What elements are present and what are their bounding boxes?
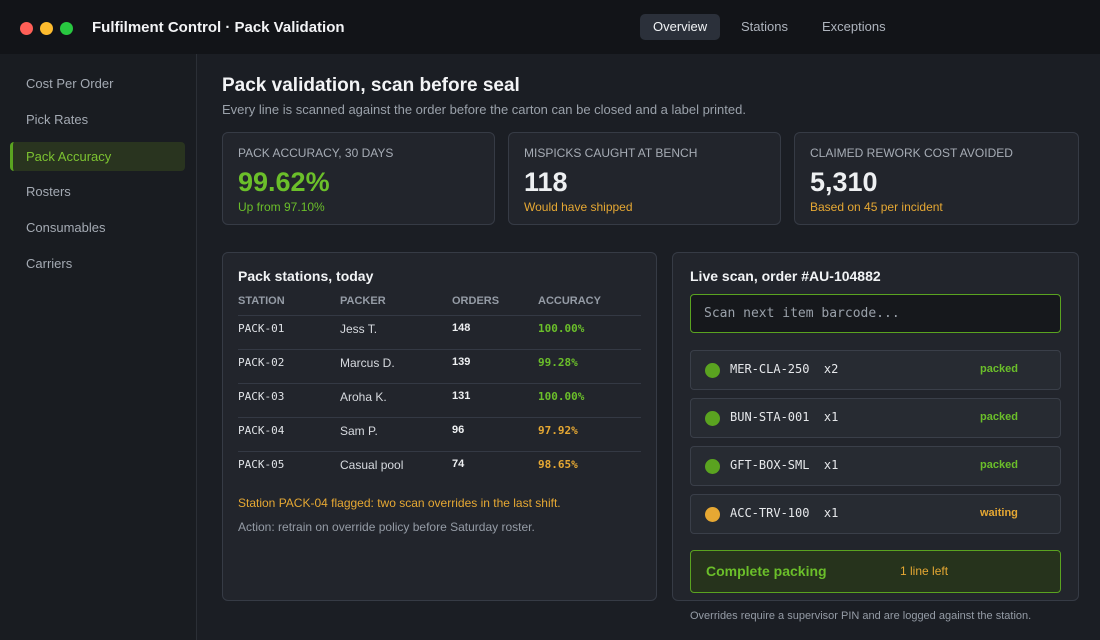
sidebar-item-pick-rates[interactable]: Pick Rates	[10, 105, 185, 134]
scan-line-item[interactable]: BUN-STA-001 x1 packed	[690, 398, 1061, 438]
table-row[interactable]: PACK-03 Aroha K. 131 100.00%	[238, 383, 641, 417]
station-cell: PACK-04	[238, 424, 285, 437]
lines-left-count: 1 line left	[900, 564, 949, 578]
packed-status-icon	[705, 411, 720, 426]
station-cell: PACK-03	[238, 390, 285, 403]
station-flag-warning: Station PACK-04 flagged: two scan overri…	[238, 496, 561, 510]
sku-label: BUN-STA-001 x1	[730, 410, 839, 424]
column-header-station: STATION	[238, 295, 285, 307]
accuracy-cell: 97.92%	[538, 424, 578, 437]
close-window-button[interactable]	[20, 22, 33, 35]
kpi-value: 118	[524, 167, 568, 197]
sidebar-item-carriers[interactable]: Carriers	[10, 249, 185, 278]
kpi-label: PACK ACCURACY, 30 DAYS	[238, 146, 394, 160]
orders-cell: 74	[452, 458, 465, 470]
sku-label: GFT-BOX-SML x1	[730, 458, 839, 472]
barcode-scan-input[interactable]	[690, 294, 1061, 333]
minimize-window-button[interactable]	[40, 22, 53, 35]
station-cell: PACK-02	[238, 356, 285, 369]
override-footnote: Overrides require a supervisor PIN and a…	[690, 610, 1032, 622]
title-bar: Fulfilment Control · Pack Validation Ove…	[0, 0, 1100, 54]
kpi-note: Up from 97.10%	[238, 200, 325, 214]
table-row[interactable]: PACK-02 Marcus D. 139 99.28%	[238, 349, 641, 383]
packer-cell: Marcus D.	[340, 356, 395, 370]
maximize-window-button[interactable]	[60, 22, 73, 35]
item-status: packed	[980, 459, 1018, 471]
sku-label: ACC-TRV-100 x1	[730, 506, 839, 520]
accuracy-cell: 99.28%	[538, 356, 578, 369]
scan-line-item[interactable]: ACC-TRV-100 x1 waiting	[690, 494, 1061, 534]
table-row[interactable]: PACK-04 Sam P. 96 97.92%	[238, 417, 641, 451]
tab-stations[interactable]: Stations	[728, 14, 801, 40]
scan-line-item[interactable]: GFT-BOX-SML x1 packed	[690, 446, 1061, 486]
orders-cell: 131	[452, 390, 471, 402]
waiting-status-icon	[705, 507, 720, 522]
column-header-orders: ORDERS	[452, 295, 500, 307]
sidebar-item-consumables[interactable]: Consumables	[10, 213, 185, 242]
packed-status-icon	[705, 459, 720, 474]
live-scan-panel: Live scan, order #AU-104882 MER-CLA-250 …	[672, 252, 1079, 601]
page-subtitle: Every line is scanned against the order …	[222, 102, 746, 117]
orders-cell: 148	[452, 322, 471, 334]
orders-cell: 96	[452, 424, 465, 436]
orders-cell: 139	[452, 356, 471, 368]
station-cell: PACK-01	[238, 322, 285, 335]
column-header-packer: PACKER	[340, 295, 386, 307]
kpi-note: Would have shipped	[524, 200, 633, 214]
packer-cell: Sam P.	[340, 424, 378, 438]
tab-overview[interactable]: Overview	[640, 14, 721, 40]
sidebar: Cost Per Order Pick Rates Pack Accuracy …	[0, 54, 197, 640]
accuracy-cell: 100.00%	[538, 322, 585, 335]
sidebar-item-cost-per-order[interactable]: Cost Per Order	[10, 69, 185, 98]
complete-packing-button[interactable]: Complete packing 1 line left	[690, 550, 1061, 593]
kpi-value: 5,310	[810, 167, 878, 197]
item-status: waiting	[980, 507, 1018, 519]
kpi-card-mispicks: MISPICKS CAUGHT AT BENCH 118 Would have …	[508, 132, 781, 225]
packer-cell: Casual pool	[340, 458, 404, 472]
kpi-note: Based on 45 per incident	[810, 200, 943, 214]
complete-packing-label: Complete packing	[706, 563, 827, 579]
kpi-label: MISPICKS CAUGHT AT BENCH	[524, 146, 698, 160]
sku-label: MER-CLA-250 x2	[730, 362, 839, 376]
panel-title: Pack stations, today	[238, 268, 374, 284]
station-cell: PACK-05	[238, 458, 285, 471]
column-header-accuracy: ACCURACY	[538, 295, 601, 307]
kpi-card-rework-cost: CLAIMED REWORK COST AVOIDED 5,310 Based …	[794, 132, 1079, 225]
page-title: Pack validation, scan before seal	[222, 75, 520, 96]
accuracy-cell: 100.00%	[538, 390, 585, 403]
packed-status-icon	[705, 363, 720, 378]
scan-line-item[interactable]: MER-CLA-250 x2 packed	[690, 350, 1061, 390]
kpi-card-pack-accuracy: PACK ACCURACY, 30 DAYS 99.62% Up from 97…	[222, 132, 495, 225]
item-status: packed	[980, 411, 1018, 423]
kpi-value: 99.62%	[238, 167, 330, 197]
sidebar-item-rosters[interactable]: Rosters	[10, 177, 185, 206]
accuracy-cell: 98.65%	[538, 458, 578, 471]
panel-title: Live scan, order #AU-104882	[690, 268, 881, 284]
sidebar-item-pack-accuracy[interactable]: Pack Accuracy	[10, 142, 185, 171]
table-row[interactable]: PACK-05 Casual pool 74 98.65%	[238, 451, 641, 485]
item-status: packed	[980, 363, 1018, 375]
table-row[interactable]: PACK-01 Jess T. 148 100.00%	[238, 315, 641, 349]
packer-cell: Jess T.	[340, 322, 378, 336]
kpi-label: CLAIMED REWORK COST AVOIDED	[810, 146, 1013, 160]
pack-stations-panel: Pack stations, today STATION PACKER ORDE…	[222, 252, 657, 601]
station-action-note: Action: retrain on override policy befor…	[238, 520, 535, 534]
packer-cell: Aroha K.	[340, 390, 387, 404]
app-title: Fulfilment Control · Pack Validation	[92, 19, 345, 36]
tab-exceptions[interactable]: Exceptions	[809, 14, 899, 40]
